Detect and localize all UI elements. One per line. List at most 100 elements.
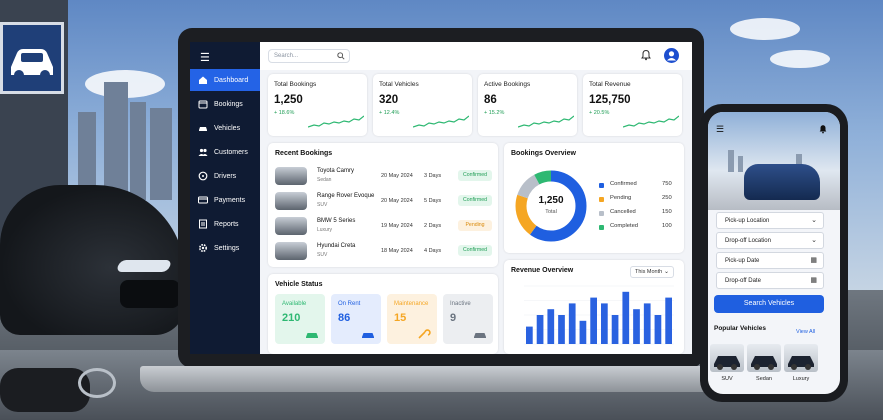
booking-date: 19 May 2024 [381, 223, 413, 229]
field-label: Drop-off Date [725, 278, 761, 284]
revenue-bar [601, 303, 608, 344]
status-label: Inactive [450, 301, 471, 307]
status-tile-on-rent[interactable]: On Rent 86 [331, 294, 381, 344]
revenue-overview-title: Revenue Overview [511, 267, 574, 274]
field-label: Drop-off Location [725, 238, 771, 244]
booking-name: BMW 5 Series [317, 218, 356, 224]
stat-card: Total Revenue 125,750 + 20.5% [583, 74, 682, 136]
status-value: 9 [450, 312, 457, 324]
popular-vehicles-title: Popular Vehicles [714, 325, 767, 332]
sidebar-item-label: Vehicles [214, 124, 241, 132]
revenue-bar [590, 297, 597, 344]
popular-vehicle-sedan[interactable] [747, 344, 781, 372]
legend-value: 750 [662, 181, 672, 187]
donut-center-value: 1,250 [538, 195, 564, 206]
status-label: Maintenance [394, 301, 429, 307]
booking-type: Luxury [317, 227, 333, 233]
booking-days: 2 Days [424, 223, 442, 229]
field-label: Pick-up Location [725, 218, 770, 224]
booking-name: Toyota Camry [317, 168, 355, 174]
stat-label: Active Bookings [484, 81, 531, 88]
bell-icon[interactable] [818, 124, 828, 134]
status-tile-inactive[interactable]: Inactive 9 [443, 294, 493, 344]
bookings-donut-chart [515, 170, 587, 242]
menu-icon[interactable]: ☰ [200, 51, 210, 64]
view-all-link[interactable]: View All [796, 329, 815, 335]
revenue-bar [611, 315, 619, 344]
car-icon [199, 127, 207, 131]
wrench-icon [418, 329, 431, 339]
steering-wheel-icon [198, 171, 208, 181]
revenue-bar [568, 303, 576, 344]
period-dropdown[interactable]: This Month ⌄ [630, 266, 674, 278]
phone-field-pick-up-date[interactable]: Pick-up Date ▦ [716, 252, 824, 269]
status-tile-maintenance[interactable]: Maintenance 15 [387, 294, 437, 344]
booking-name: Hyundai Creta [317, 243, 356, 249]
sidebar-item-vehicles[interactable]: Vehicles [190, 117, 260, 139]
booking-row[interactable]: Hyundai Creta SUV 18 May 2024 4 Days Confirm… [275, 240, 493, 262]
booking-type: Sedan [317, 177, 332, 183]
sidebar-item-dashboard[interactable]: Dashboard [190, 69, 260, 91]
calendar-icon: ▦ [810, 257, 817, 264]
status-badge: Confirmed [458, 245, 492, 256]
popular-vehicle-luxury[interactable] [784, 344, 818, 372]
car-icon [751, 356, 777, 370]
revenue-bar [526, 326, 533, 344]
search-vehicles-button[interactable]: Search Vehicles [714, 295, 824, 313]
search-icon [337, 52, 345, 60]
booking-row[interactable]: Toyota Camry Sedan 20 May 2024 3 Days Confir… [275, 165, 493, 187]
status-badge: Pending [458, 220, 492, 231]
car-thumbnail [275, 217, 307, 235]
popular-vehicle-suv[interactable] [710, 344, 744, 372]
legend-label: Pending [610, 195, 632, 201]
stat-card: Total Bookings 1,250 + 18.6% [268, 74, 367, 136]
search-input[interactable]: Search... [268, 49, 350, 63]
booking-days: 3 Days [424, 173, 442, 179]
cloud [730, 18, 800, 40]
car-icon [788, 356, 814, 370]
avatar[interactable] [664, 48, 679, 63]
sidebar-item-bookings[interactable]: Bookings [190, 93, 260, 115]
menu-icon[interactable]: ☰ [716, 124, 724, 135]
phone-field-pick-up-location[interactable]: Pick-up Location ⌄ [716, 212, 824, 229]
phone-hero-image: ☰ [708, 112, 840, 210]
status-tile-available[interactable]: Available 210 [275, 294, 325, 344]
car-thumbnail [275, 242, 307, 260]
stat-change: + 18.6% [274, 110, 295, 116]
booking-row[interactable]: BMW 5 Series Luxury 19 May 2024 2 Days Pendi… [275, 215, 493, 237]
phone-field-drop-off-location[interactable]: Drop-off Location ⌄ [716, 232, 824, 249]
recent-bookings-title: Recent Bookings [275, 150, 333, 157]
sidebar-item-settings[interactable]: Settings [190, 237, 260, 259]
popular-vehicle-label: Sedan [756, 376, 772, 382]
car-logo-sign [0, 22, 64, 94]
chevron-down-icon: ⌄ [811, 237, 817, 244]
revenue-bar [633, 309, 640, 344]
legend-swatch [599, 197, 604, 202]
booking-date: 20 May 2024 [381, 198, 413, 204]
booking-row[interactable]: Range Rover Evoque SUV 20 May 2024 5 Days Co… [275, 190, 493, 212]
donut-center-label: Total [545, 209, 557, 215]
stat-label: Total Bookings [274, 81, 317, 88]
skyscraper [728, 150, 734, 172]
phone-field-drop-off-date[interactable]: Drop-off Date ▦ [716, 272, 824, 289]
sidebar: ☰ Dashboard Bookings Vehicles Customers Driv… [190, 42, 260, 354]
revenue-bar [622, 291, 630, 344]
car-thumbnail [275, 192, 307, 210]
card-icon [198, 196, 208, 204]
stat-change: + 12.4% [379, 110, 400, 116]
legend-item: Confirmed 750 [599, 181, 672, 191]
sidebar-item-drivers[interactable]: Drivers [190, 165, 260, 187]
revenue-bar-chart [524, 285, 674, 345]
key-ring [78, 368, 116, 398]
car-thumbnail [275, 167, 307, 185]
sidebar-item-payments[interactable]: Payments [190, 189, 260, 211]
stat-value: 1,250 [274, 94, 303, 106]
sidebar-item-reports[interactable]: Reports [190, 213, 260, 235]
sidebar-item-customers[interactable]: Customers [190, 141, 260, 163]
vehicle-status-card: Vehicle Status Available 210 On Rent 86 Main… [268, 274, 498, 354]
legend-value: 100 [662, 223, 672, 229]
bell-icon[interactable] [640, 49, 652, 61]
home-icon [199, 76, 207, 84]
sparkline-icon [308, 115, 364, 128]
revenue-overview-card: Revenue Overview This Month ⌄ [504, 260, 684, 354]
